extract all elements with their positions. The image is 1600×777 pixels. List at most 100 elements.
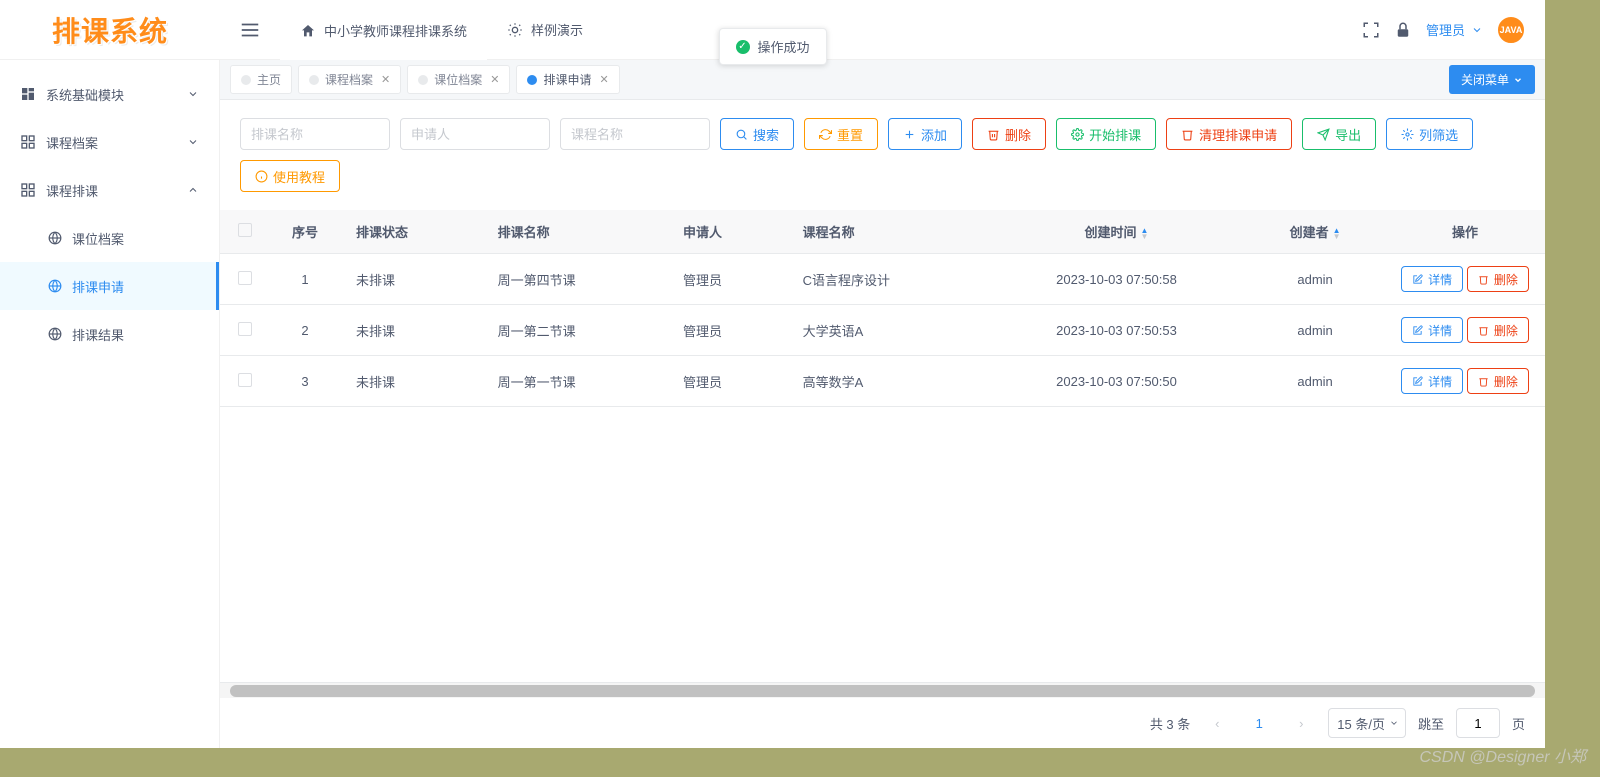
logo: 排课系统 (0, 0, 220, 59)
search-name-input[interactable] (240, 118, 390, 150)
tab-label: 课程档案 (325, 71, 373, 88)
trash-icon (987, 128, 1000, 141)
row-delete-button[interactable]: 删除 (1467, 266, 1529, 292)
jump-label: 跳至 (1418, 714, 1444, 733)
tab-home[interactable]: 主页 (230, 65, 292, 94)
scrollbar-thumb[interactable] (230, 685, 1535, 697)
tab-course-archive[interactable]: 课程档案 ✕ (298, 65, 401, 94)
table: 序号 排课状态 排课名称 申请人 课程名称 创建时间▲▼ 创建者▲▼ 操作 1未… (220, 210, 1545, 682)
sidebar-sub-slot-archive[interactable]: 课位档案 (0, 214, 219, 262)
jump-page-input[interactable] (1456, 708, 1500, 738)
user-menu[interactable]: 管理员 (1426, 20, 1483, 39)
search-icon (735, 128, 748, 141)
th-name: 排课名称 (482, 210, 667, 254)
sidebar-item-label: 课程档案 (46, 133, 98, 152)
sidebar-sub-schedule-result[interactable]: 排课结果 (0, 310, 219, 358)
chevron-down-icon (1513, 75, 1523, 85)
horizontal-scrollbar[interactable] (220, 682, 1545, 698)
row-checkbox[interactable] (238, 373, 252, 387)
tab-dot-icon (527, 75, 537, 85)
search-course-input[interactable] (560, 118, 710, 150)
close-icon[interactable]: ✕ (600, 73, 609, 86)
search-button[interactable]: 搜索 (720, 118, 794, 150)
menu-toggle-button[interactable] (220, 19, 280, 41)
pagination-total: 共 3 条 (1150, 714, 1190, 733)
clear-requests-button[interactable]: 清理排课申请 (1166, 118, 1292, 150)
cell-creator: admin (1245, 356, 1385, 407)
select-all-checkbox[interactable] (238, 223, 252, 237)
close-icon[interactable]: ✕ (490, 73, 499, 86)
export-button[interactable]: 导出 (1302, 118, 1376, 150)
lock-button[interactable] (1394, 21, 1412, 39)
hamburger-icon (239, 19, 261, 41)
trash-icon (1181, 128, 1194, 141)
plus-icon (903, 128, 916, 141)
check-icon: ✓ (735, 40, 749, 54)
tab-schedule-request[interactable]: 排课申请 ✕ (516, 65, 619, 94)
gear-icon (1401, 128, 1414, 141)
cell-applicant: 管理员 (667, 305, 787, 356)
columns-button[interactable]: 列筛选 (1386, 118, 1473, 150)
next-page-button[interactable]: › (1286, 708, 1316, 738)
cell-course: 高等数学A (787, 356, 988, 407)
cell-status: 未排课 (340, 305, 482, 356)
close-menu-button[interactable]: 关闭菜单 (1449, 65, 1535, 94)
cell-created-at: 2023-10-03 07:50:58 (988, 254, 1245, 305)
row-delete-button[interactable]: 删除 (1467, 317, 1529, 343)
sidebar-item-base[interactable]: 系统基础模块 (0, 70, 219, 118)
edit-icon (1412, 274, 1423, 285)
tabs-bar: 主页 课程档案 ✕ 课位档案 ✕ 排课申请 ✕ 关 (220, 60, 1545, 100)
sun-icon (507, 22, 523, 38)
avatar[interactable]: JAVA (1497, 16, 1525, 44)
sidebar-item-course-archive[interactable]: 课程档案 (0, 118, 219, 166)
detail-button[interactable]: 详情 (1401, 368, 1463, 394)
header-tab-label: 样例演示 (531, 20, 583, 39)
search-applicant-input[interactable] (400, 118, 550, 150)
th-creator[interactable]: 创建者▲▼ (1245, 210, 1385, 254)
row-checkbox[interactable] (238, 322, 252, 336)
sidebar-item-label: 排课结果 (72, 325, 124, 344)
th-course: 课程名称 (787, 210, 988, 254)
cell-created-at: 2023-10-03 07:50:53 (988, 305, 1245, 356)
tab-dot-icon (418, 75, 428, 85)
page-number[interactable]: 1 (1244, 708, 1274, 738)
tab-label: 主页 (257, 71, 281, 88)
tab-slot-archive[interactable]: 课位档案 ✕ (407, 65, 510, 94)
success-toast: ✓ 操作成功 (718, 28, 826, 65)
cell-index: 2 (270, 305, 340, 356)
start-schedule-button[interactable]: 开始排课 (1056, 118, 1156, 150)
th-actions: 操作 (1385, 210, 1545, 254)
th-created-at[interactable]: 创建时间▲▼ (988, 210, 1245, 254)
sidebar-item-label: 课位档案 (72, 229, 124, 248)
refresh-icon (819, 128, 832, 141)
page-size-select[interactable]: 15 条/页 (1328, 708, 1406, 738)
tab-dot-icon (309, 75, 319, 85)
fullscreen-button[interactable] (1362, 21, 1380, 39)
cell-index: 1 (270, 254, 340, 305)
cell-name: 周一第二节课 (482, 305, 667, 356)
reset-button[interactable]: 重置 (804, 118, 878, 150)
header-tab-demo[interactable]: 样例演示 (487, 0, 603, 60)
chevron-down-icon (1471, 24, 1483, 36)
sidebar-sub-schedule-request[interactable]: 排课申请 (0, 262, 219, 310)
globe-icon (48, 327, 62, 341)
page-suffix: 页 (1512, 714, 1525, 733)
pagination: 共 3 条 ‹ 1 › 15 条/页 跳至 页 (220, 698, 1545, 748)
lock-icon (1394, 21, 1412, 39)
detail-button[interactable]: 详情 (1401, 266, 1463, 292)
delete-button[interactable]: 删除 (972, 118, 1046, 150)
grid-icon (20, 182, 36, 198)
row-checkbox[interactable] (238, 271, 252, 285)
close-icon[interactable]: ✕ (381, 73, 390, 86)
sidebar-item-schedule[interactable]: 课程排课 (0, 166, 219, 214)
cell-name: 周一第一节课 (482, 356, 667, 407)
header-tab-system[interactable]: 中小学教师课程排课系统 (280, 0, 487, 60)
prev-page-button[interactable]: ‹ (1202, 708, 1232, 738)
tutorial-button[interactable]: 使用教程 (240, 160, 340, 192)
chevron-up-icon (187, 184, 199, 196)
detail-button[interactable]: 详情 (1401, 317, 1463, 343)
add-button[interactable]: 添加 (888, 118, 962, 150)
row-delete-button[interactable]: 删除 (1467, 368, 1529, 394)
fullscreen-icon (1362, 21, 1380, 39)
tab-label: 课位档案 (434, 71, 482, 88)
